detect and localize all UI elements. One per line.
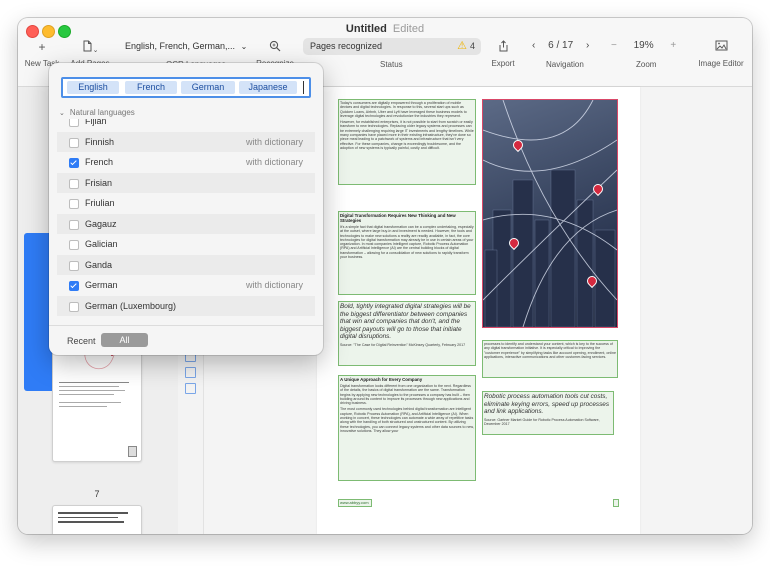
language-row[interactable]: Ganda: [57, 254, 315, 275]
token-english[interactable]: English: [67, 81, 119, 94]
text-caret: [303, 81, 304, 94]
export-button[interactable]: Export: [488, 40, 518, 68]
image-editor-button[interactable]: Image Editor: [694, 40, 748, 68]
language-name: Ganda: [85, 259, 113, 270]
language-checkbox[interactable]: [69, 199, 79, 209]
language-checkbox[interactable]: [69, 137, 79, 148]
language-row[interactable]: Friulian: [57, 193, 315, 213]
picture-area-icon[interactable]: [185, 383, 196, 394]
status-text: Pages recognized: [310, 41, 383, 51]
language-checkbox[interactable]: [69, 301, 79, 312]
zoom-value[interactable]: 19%: [634, 40, 654, 51]
language-row[interactable]: German (Luxembourg): [57, 295, 315, 316]
token-french[interactable]: French: [125, 81, 177, 94]
quote-block[interactable]: Bold, tightly integrated digital strateg…: [338, 301, 476, 366]
page-number-block[interactable]: [613, 499, 619, 507]
language-checkbox[interactable]: [69, 260, 79, 271]
dictionary-label: with dictionary: [245, 136, 303, 147]
document-page: Today's consumers are digitally empowere…: [317, 87, 640, 534]
all-tab[interactable]: All: [101, 333, 148, 347]
share-icon: [488, 40, 518, 54]
language-name: Galician: [85, 239, 118, 249]
page-indicator[interactable]: 6 / 17: [548, 40, 573, 51]
navigation-control: ‹ 6 / 17 ›: [532, 40, 589, 51]
language-checkbox[interactable]: [69, 158, 79, 168]
plus-icon: +: [38, 40, 46, 54]
picture-block[interactable]: [482, 99, 618, 328]
language-name: German (Luxembourg): [85, 300, 177, 311]
language-checkbox[interactable]: [69, 240, 79, 250]
language-name: Frisian: [85, 177, 113, 188]
next-page-button[interactable]: ›: [586, 40, 589, 51]
language-name: Gagauz: [85, 218, 117, 229]
languages-popover: English French German Japanese ⌄ Natural …: [49, 63, 323, 355]
text-block[interactable]: Digital Transformation Requires New Thin…: [338, 211, 476, 295]
language-name: German: [85, 280, 118, 290]
popover-footer: Recent All: [49, 325, 323, 355]
page-number: 7: [94, 489, 100, 499]
chevron-down-icon: ⌄: [59, 110, 65, 117]
chevron-down-icon: ⌄: [240, 42, 248, 51]
language-row[interactable]: Fijian: [57, 119, 315, 131]
url-block[interactable]: www.abbyy.com: [338, 499, 372, 507]
next-thumbnail-lines: [53, 506, 141, 529]
zoom-in-button[interactable]: +: [670, 40, 676, 51]
document-icon: ⌄: [68, 40, 112, 54]
zoom-label: Zoom: [636, 60, 657, 69]
token-german[interactable]: German: [181, 81, 235, 94]
table-area-icon[interactable]: [185, 367, 196, 378]
language-name: Fijian: [85, 119, 107, 126]
language-row[interactable]: Finnish with dictionary: [57, 131, 315, 152]
status-label: Status: [380, 60, 403, 69]
warning-icon: ⚠: [457, 40, 467, 52]
zoom-out-button[interactable]: −: [611, 40, 617, 51]
language-checkbox[interactable]: [69, 219, 79, 230]
languages-list: Fijian Finnish with dictionary French with d…: [49, 119, 323, 319]
language-checkbox[interactable]: [69, 281, 79, 291]
window-title: Untitled Edited: [345, 23, 425, 35]
next-page-thumbnail[interactable]: [52, 505, 142, 534]
language-name: French: [85, 157, 114, 167]
token-japanese[interactable]: Japanese: [239, 81, 297, 94]
language-name: Finnish: [85, 136, 115, 147]
text-block[interactable]: A Unique Approach for Every Company Digi…: [338, 375, 476, 481]
edited-indicator: Edited: [392, 23, 425, 35]
status-field[interactable]: Pages recognized ⚠ 4: [303, 38, 481, 55]
language-row[interactable]: Galician: [57, 234, 315, 254]
language-row[interactable]: Frisian: [57, 172, 315, 193]
language-checkbox[interactable]: [69, 119, 79, 127]
language-row[interactable]: French with dictionary: [57, 152, 315, 172]
text-block[interactable]: Today's consumers are digitally empowere…: [338, 99, 476, 185]
dictionary-label: with dictionary: [245, 280, 303, 290]
ocr-languages-select[interactable]: English, French, German,... ⌄: [125, 41, 247, 51]
section-natural-languages[interactable]: ⌄ Natural languages: [59, 108, 135, 117]
image-icon: [694, 40, 748, 54]
language-name: Friulian: [85, 198, 115, 208]
warning-badge[interactable]: ⚠ 4: [457, 38, 475, 55]
language-checkbox[interactable]: [69, 178, 79, 189]
languages-token-field[interactable]: English French German Japanese: [61, 77, 311, 98]
text-block[interactable]: processes to identify and understand you…: [482, 340, 618, 378]
zoom-control: − 19% +: [611, 40, 676, 51]
language-row[interactable]: German with dictionary: [57, 275, 315, 295]
recognize-icon: [252, 40, 298, 54]
previous-page-button[interactable]: ‹: [532, 40, 535, 51]
dictionary-label: with dictionary: [245, 157, 303, 167]
language-row[interactable]: Gagauz: [57, 213, 315, 234]
city-image: [483, 100, 617, 327]
thumbnail-doc-icon: [128, 446, 137, 457]
navigation-label: Navigation: [546, 60, 584, 69]
app-window: UntitledEdited + New Task ⌄ Add Pages En…: [18, 18, 752, 534]
recent-tab[interactable]: Recent: [67, 336, 96, 346]
quote-block[interactable]: Robotic process automation tools cut cos…: [482, 391, 614, 435]
